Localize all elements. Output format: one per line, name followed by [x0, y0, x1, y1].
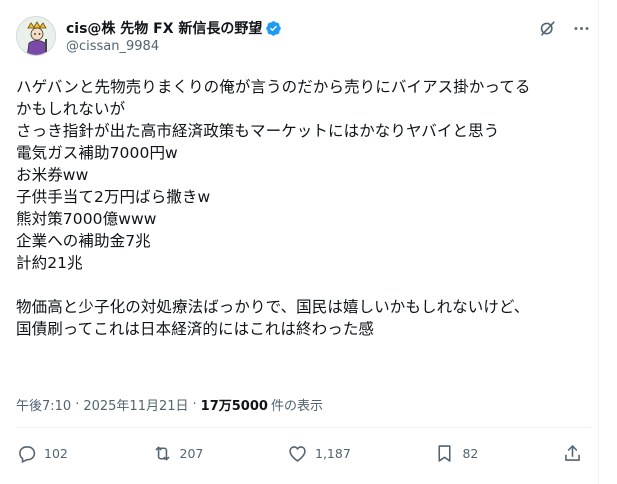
views-count: 17万5000 — [200, 399, 268, 414]
meta-separator: · — [75, 397, 80, 412]
post-date[interactable]: 2025年11月21日 — [83, 395, 188, 414]
reply-count: 102 — [44, 445, 68, 461]
post-line: 計約21兆 — [16, 254, 83, 272]
divider — [16, 427, 591, 428]
repost-button[interactable]: 207 — [152, 443, 204, 464]
display-name[interactable]: cis@株 先物 FX 新信長の野望 — [66, 18, 262, 38]
timeline-border — [598, 0, 599, 484]
post-header: cis@株 先物 FX 新信長の野望 @cissan_9984 — [16, 16, 591, 64]
avatar-illustration — [17, 17, 55, 55]
reply-icon — [19, 445, 36, 463]
post-time[interactable]: 午後7:10 — [16, 395, 71, 414]
post-meta: 午後7:10 · 2025年11月21日 · 17万5000 件の表示 — [16, 395, 323, 414]
post-line: 子供手当て2万円ばら撒きw — [16, 188, 211, 206]
like-count: 1,187 — [315, 445, 351, 461]
more-icon[interactable] — [571, 18, 591, 38]
header-actions — [537, 18, 591, 38]
post-line: 熊対策7000億www — [16, 210, 157, 228]
post-line: 電気ガス補助7000円w — [16, 144, 178, 162]
post-line: 企業への補助金7兆 — [16, 232, 151, 250]
grok-icon[interactable] — [537, 18, 557, 38]
share-button[interactable] — [562, 443, 583, 464]
repost-icon — [155, 446, 169, 460]
avatar[interactable] — [16, 16, 56, 56]
bookmark-count: 82 — [462, 445, 479, 461]
post-line: 国債刷ってこれは日本経済的にはこれは終わった感 — [16, 320, 375, 338]
post-line: 物価高と少子化の対処療法ばっかりで、国民は嬉しいかもしれないけど、 — [16, 298, 530, 316]
share-icon — [565, 444, 580, 461]
verified-badge-icon[interactable] — [265, 20, 282, 37]
action-bar: 102 207 1,187 82 — [16, 440, 583, 466]
post-line: お米券ww — [16, 166, 89, 184]
post-text: ハゲバンと先物売りまくりの俺が言うのだから売りにバイアス掛かってる かもしれない… — [16, 76, 589, 340]
post-line: かもしれないが — [16, 100, 126, 118]
post-line: さっき指針が出た高市経済政策もマーケットにはかなりヤバイと思う — [16, 122, 500, 140]
views-label: 件の表示 — [270, 399, 323, 414]
meta-separator: · — [192, 397, 197, 412]
like-icon — [289, 445, 306, 462]
repost-count: 207 — [179, 445, 204, 461]
bookmark-icon — [438, 444, 451, 462]
name-row: cis@株 先物 FX 新信長の野望 — [66, 18, 537, 38]
handle[interactable]: @cissan_9984 — [66, 39, 537, 54]
reply-button[interactable]: 102 — [16, 443, 68, 464]
bookmark-button[interactable]: 82 — [434, 443, 478, 464]
author-info: cis@株 先物 FX 新信長の野望 @cissan_9984 — [66, 18, 537, 54]
like-button[interactable]: 1,187 — [287, 443, 351, 464]
post-line: ハゲバンと先物売りまくりの俺が言うのだから売りにバイアス掛かってる — [16, 78, 531, 96]
